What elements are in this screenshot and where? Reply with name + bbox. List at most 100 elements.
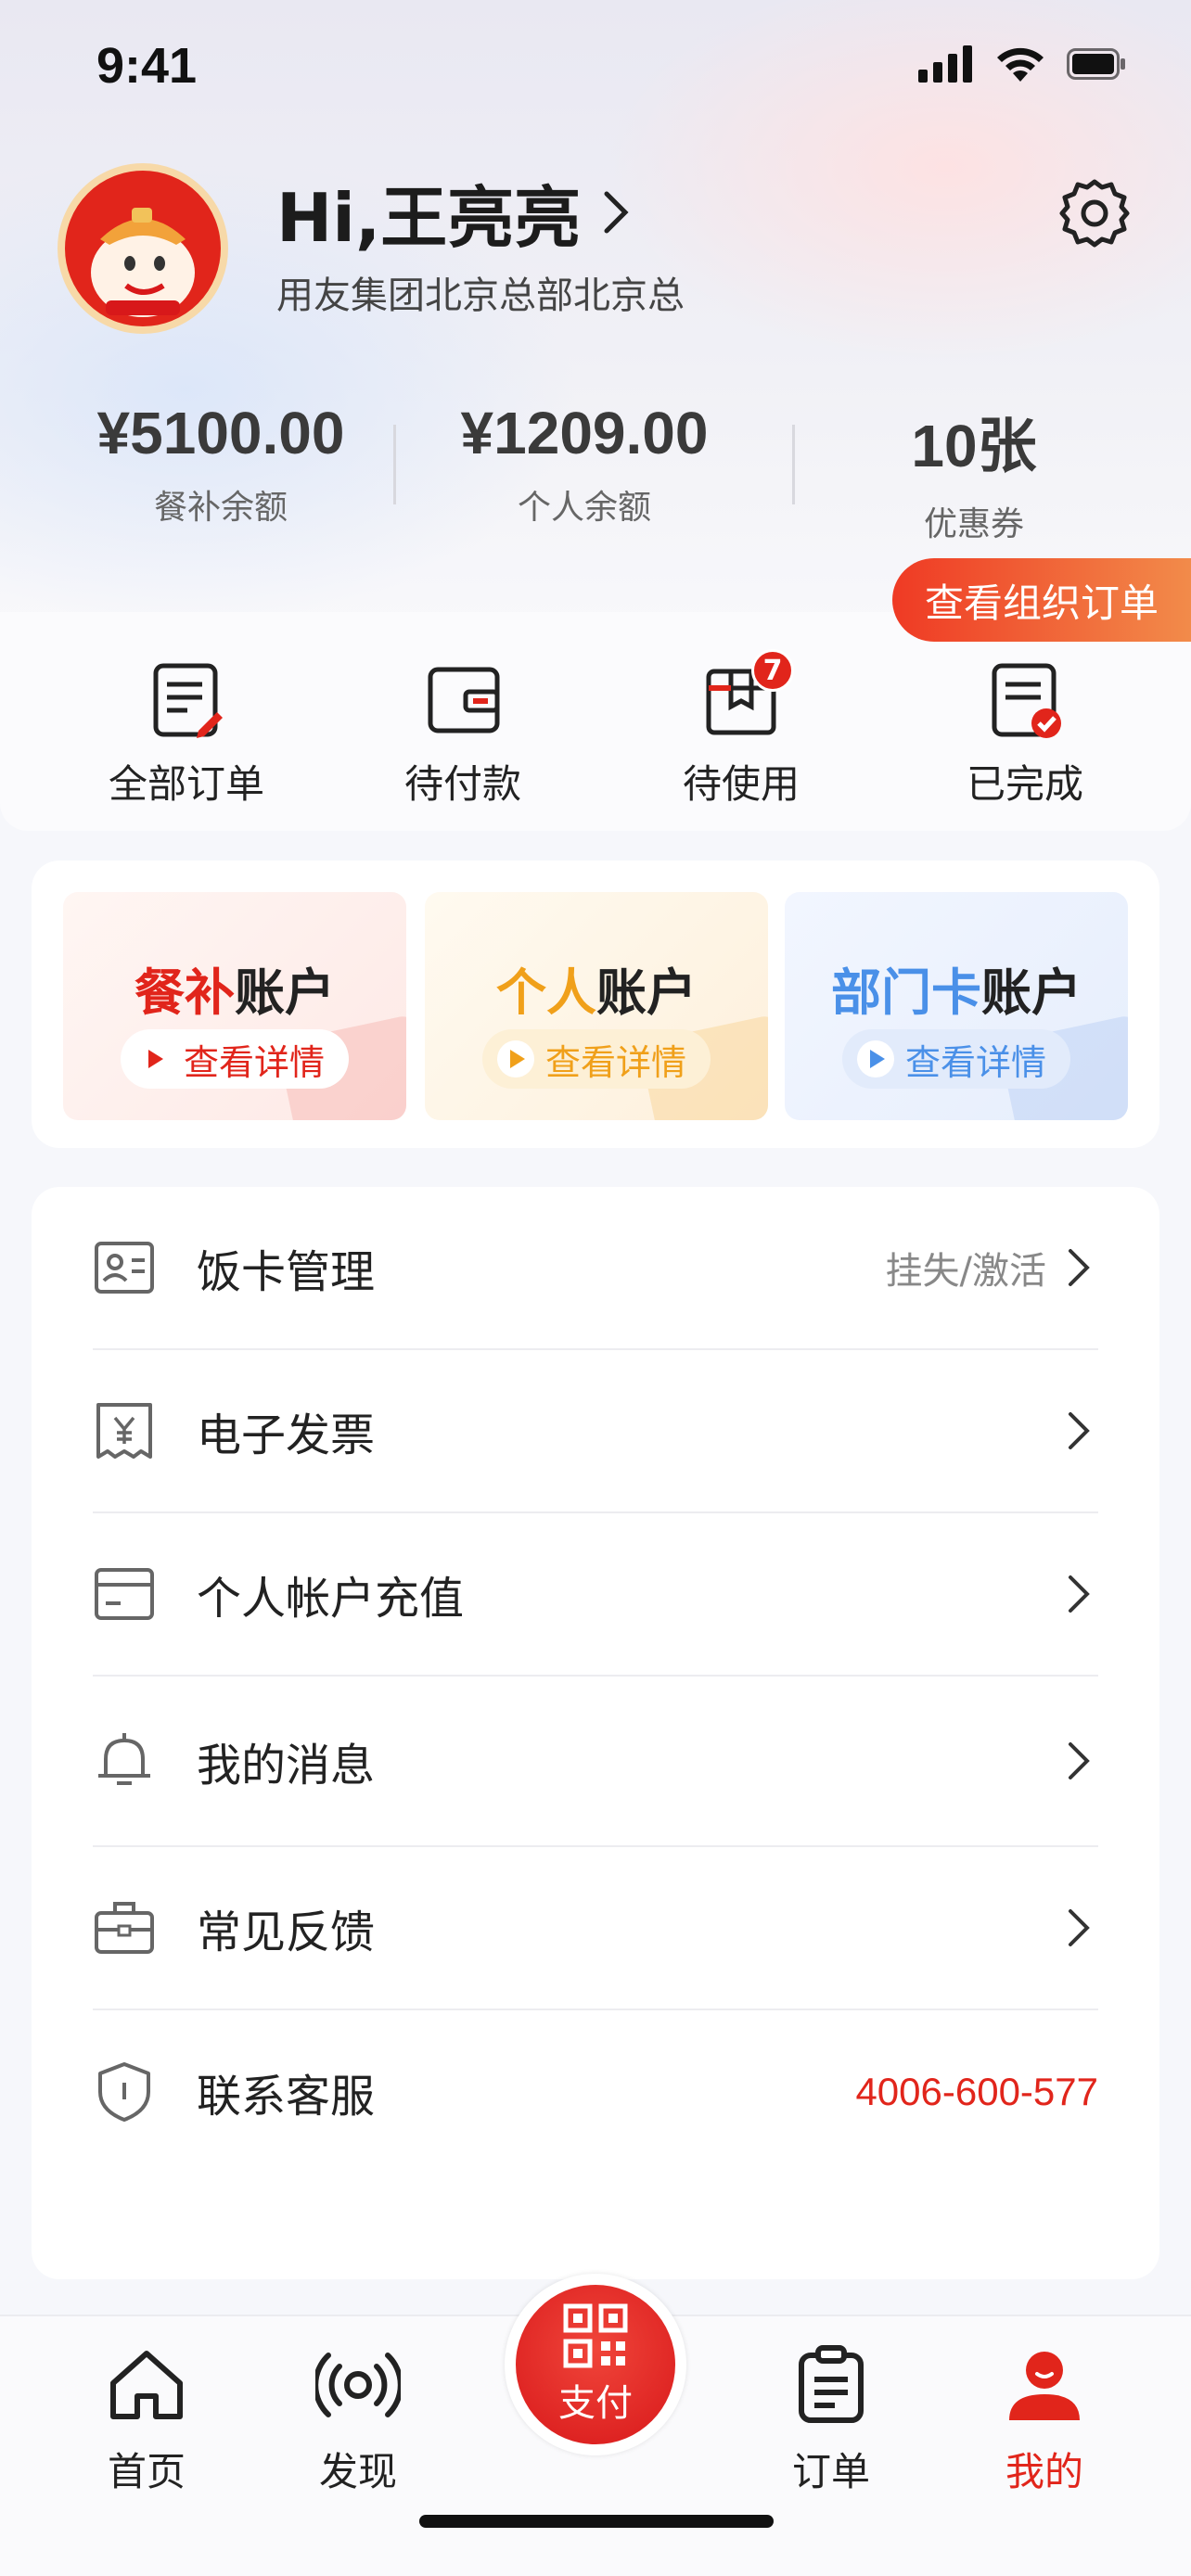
order-all-label: 全部订单 — [108, 761, 264, 807]
dept-card-account-title: 部门卡账户 — [785, 951, 1128, 1025]
personal-balance[interactable]: ¥1209.00 个人余额 — [445, 399, 724, 529]
dept-card-account-detail-button[interactable]: 查看详情 — [842, 1029, 1071, 1089]
personal-balance-value: ¥1209.00 — [460, 400, 709, 466]
card-icon — [95, 1568, 154, 1620]
status-time: 9:41 — [96, 38, 198, 94]
order-pending-payment-label: 待付款 — [403, 761, 521, 807]
menu-item-feedback[interactable]: 常见反馈 — [93, 1847, 1098, 2010]
tab-orders[interactable]: 订单 — [748, 2342, 915, 2497]
id-card-icon — [95, 1242, 154, 1294]
menu-item-messages-label: 我的消息 — [197, 1740, 376, 1792]
invoice-icon — [96, 1403, 152, 1459]
accounts-card: 餐补账户 查看详情 个人账户 查看详情 部门卡账户 查看详情 — [32, 861, 1159, 1148]
menu-item-e-invoice[interactable]: 电子发票 — [93, 1350, 1098, 1513]
personal-account-detail-label: 查看详情 — [545, 1041, 687, 1083]
chevron-right-icon — [1069, 1412, 1090, 1449]
meal-account-tile[interactable]: 餐补账户 查看详情 — [63, 892, 406, 1120]
greeting-text: Hi,王亮亮 — [276, 179, 582, 257]
order-to-use-badge: 7 — [751, 649, 794, 692]
menu-item-recharge-label: 个人帐户充值 — [197, 1573, 465, 1625]
menu-item-messages[interactable]: 我的消息 — [93, 1677, 1098, 1847]
briefcase-icon — [95, 1902, 154, 1954]
menu-item-feedback-label: 常见反馈 — [197, 1906, 376, 1958]
tab-home[interactable]: 首页 — [63, 2342, 230, 2497]
tab-discover-label: 发现 — [318, 2449, 397, 2494]
coupons-label: 优惠券 — [923, 505, 1024, 543]
menu-item-meal-card-hint: 挂失/激活 — [885, 1250, 1046, 1293]
coupons-value: 10张 — [911, 413, 1037, 479]
view-org-orders-button[interactable]: 查看组织订单 — [892, 558, 1191, 642]
home-indicator[interactable] — [419, 2515, 774, 2528]
play-icon — [497, 1040, 534, 1078]
orders-card: 全部订单 待付款 7 待使用 已完成 — [0, 612, 1191, 831]
tab-mine[interactable]: 我的 — [961, 2342, 1128, 2497]
menu-item-customer-service-label: 联系客服 — [197, 2071, 376, 2123]
personal-account-title: 个人账户 — [425, 951, 768, 1025]
broadcast-icon — [313, 2353, 403, 2417]
balance-stats: ¥5100.00 餐补余额 ¥1209.00 个人余额 10张 优惠券 — [0, 399, 1191, 547]
menu-item-customer-service[interactable]: 联系客服 4006-600-577 — [93, 2010, 1098, 2174]
dept-card-account-tile[interactable]: 部门卡账户 查看详情 — [785, 892, 1128, 1120]
personal-account-suffix: 账户 — [596, 963, 697, 1022]
stat-divider — [792, 425, 795, 504]
tab-home-label: 首页 — [107, 2449, 186, 2494]
user-icon — [1009, 2352, 1080, 2420]
bell-icon — [98, 1733, 150, 1785]
profile-section: Hi,王亮亮 用友集团北京总部北京总 — [58, 163, 1133, 339]
chevron-right-icon — [1069, 1742, 1090, 1779]
coupons[interactable]: 10张 优惠券 — [863, 399, 1085, 545]
chevron-right-icon — [1069, 1909, 1090, 1946]
menu-item-e-invoice-label: 电子发票 — [197, 1409, 376, 1461]
mascot-avatar-icon — [91, 208, 195, 317]
play-icon — [857, 1040, 894, 1078]
pay-button[interactable]: 支付 — [505, 2274, 686, 2455]
stat-divider — [393, 425, 396, 504]
play-icon — [135, 1040, 173, 1078]
chevron-right-icon — [1069, 1575, 1090, 1613]
meal-account-suffix: 账户 — [235, 963, 335, 1022]
order-pending-payment[interactable]: 待付款 — [356, 660, 570, 810]
gear-icon[interactable] — [1056, 174, 1133, 252]
order-all[interactable]: 全部订单 — [80, 660, 293, 810]
home-icon — [110, 2351, 183, 2419]
wallet-icon — [428, 667, 500, 733]
status-icons — [918, 45, 1126, 83]
chevron-right-icon — [1069, 1249, 1090, 1286]
status-bar: 9:41 — [0, 0, 1191, 130]
doc-check-icon — [992, 663, 1061, 738]
meal-account-detail-label: 查看详情 — [184, 1041, 326, 1083]
battery-icon — [1067, 48, 1125, 80]
personal-balance-label: 个人余额 — [517, 489, 651, 527]
wifi-icon — [997, 47, 1044, 82]
greeting-link[interactable]: Hi,王亮亮 — [276, 163, 633, 261]
personal-account-detail-button[interactable]: 查看详情 — [482, 1029, 711, 1089]
shield-icon — [98, 2062, 150, 2122]
customer-service-phone[interactable]: 4006-600-577 — [855, 2070, 1098, 2114]
tab-discover[interactable]: 发现 — [275, 2342, 442, 2497]
meal-account-highlight: 餐补 — [134, 963, 235, 1022]
menu-card: 饭卡管理 挂失/激活 电子发票 个人帐户充值 我的消息 常见反馈 联系客服 40… — [32, 1187, 1159, 2279]
qr-code-icon — [563, 2303, 628, 2368]
chevron-right-icon — [604, 191, 629, 233]
personal-account-tile[interactable]: 个人账户 查看详情 — [425, 892, 768, 1120]
dept-card-account-highlight: 部门卡 — [831, 963, 981, 1022]
meal-balance-label: 餐补余额 — [153, 489, 288, 527]
order-completed-label: 已完成 — [966, 761, 1083, 807]
order-to-use-label: 待使用 — [682, 761, 800, 807]
menu-item-meal-card-label: 饭卡管理 — [197, 1246, 376, 1298]
signal-icon — [918, 45, 972, 83]
pay-button-label: 支付 — [558, 2382, 633, 2425]
meal-account-detail-button[interactable]: 查看详情 — [121, 1029, 350, 1089]
tab-orders-label: 订单 — [791, 2449, 870, 2494]
clipboard-icon — [799, 2345, 864, 2423]
menu-item-recharge[interactable]: 个人帐户充值 — [93, 1513, 1098, 1677]
avatar[interactable] — [58, 163, 228, 334]
personal-account-highlight: 个人 — [496, 963, 596, 1022]
order-to-use[interactable]: 7 待使用 — [634, 649, 848, 810]
meal-balance[interactable]: ¥5100.00 餐补余额 — [82, 399, 360, 529]
dept-card-account-suffix: 账户 — [981, 963, 1082, 1022]
meal-balance-value: ¥5100.00 — [96, 400, 345, 466]
menu-item-meal-card[interactable]: 饭卡管理 挂失/激活 — [93, 1187, 1098, 1350]
order-completed[interactable]: 已完成 — [918, 660, 1132, 810]
tab-mine-label: 我的 — [1005, 2449, 1083, 2494]
